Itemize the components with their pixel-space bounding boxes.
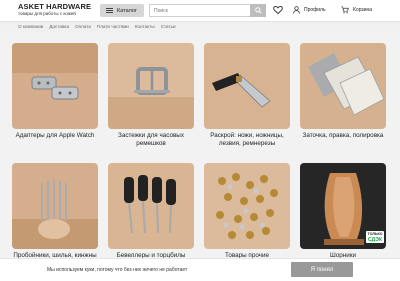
category-image <box>300 43 386 129</box>
category-image <box>204 163 290 249</box>
category-image <box>108 163 194 249</box>
category-label: Раскрой: ножи, ножницы, лезвия, ремнерез… <box>210 132 284 147</box>
top-nav: О компании Доставка Оплата Плати частями… <box>0 21 400 32</box>
category-label: Заточка, правка, полировка <box>302 132 384 139</box>
search-button[interactable] <box>250 4 266 17</box>
cart-label: Корзина <box>353 7 373 13</box>
catalog-label: Каталог <box>117 7 137 14</box>
menu-icon <box>106 7 113 14</box>
cdek-badge: ТОЛЬКО СДЭК <box>366 231 384 243</box>
heart-icon[interactable] <box>273 5 283 15</box>
user-icon <box>293 6 300 14</box>
nav-link-installments[interactable]: Плати частями <box>97 23 129 31</box>
category-image <box>12 163 98 249</box>
search-icon <box>254 7 262 14</box>
category-label: Адаптеры для Apple Watch <box>15 132 95 139</box>
search-bar <box>149 4 266 17</box>
cookie-text: Мы используем куки, потому что без них н… <box>47 267 188 273</box>
catalog-button[interactable]: Каталог <box>100 4 144 17</box>
search-input[interactable] <box>149 4 250 17</box>
nav-link-articles[interactable]: Статьи <box>161 23 176 31</box>
site-logo[interactable]: ASKET HARDWARE товары для работы с кожей <box>18 3 98 19</box>
nav-link-contacts[interactable]: Контакты <box>135 23 155 31</box>
category-image: ТОЛЬКО СДЭК <box>300 163 386 249</box>
site-header: ASKET HARDWARE товары для работы с кожей… <box>0 0 400 21</box>
cookie-banner: Мы используем куки, потому что без них н… <box>0 258 400 281</box>
logo-title: ASKET HARDWARE <box>18 2 92 11</box>
profile-label: Профиль <box>304 7 326 13</box>
nav-link-delivery[interactable]: Доставка <box>49 23 69 31</box>
category-label: Застежки для часовых ремешков <box>118 132 184 147</box>
cart-link[interactable]: Корзина <box>341 5 372 15</box>
logo-subtitle: товары для работы с кожей <box>18 11 76 16</box>
category-image <box>108 43 194 129</box>
nav-link-payment[interactable]: Оплата <box>75 23 91 31</box>
category-image <box>12 43 98 129</box>
cookie-accept-button[interactable]: Я понял <box>291 262 353 277</box>
category-image <box>204 43 290 129</box>
nav-link-about[interactable]: О компании <box>18 23 43 31</box>
cart-icon <box>341 6 349 14</box>
profile-link[interactable]: Профиль <box>293 5 326 15</box>
badge-line2: СДЭК <box>367 236 383 243</box>
